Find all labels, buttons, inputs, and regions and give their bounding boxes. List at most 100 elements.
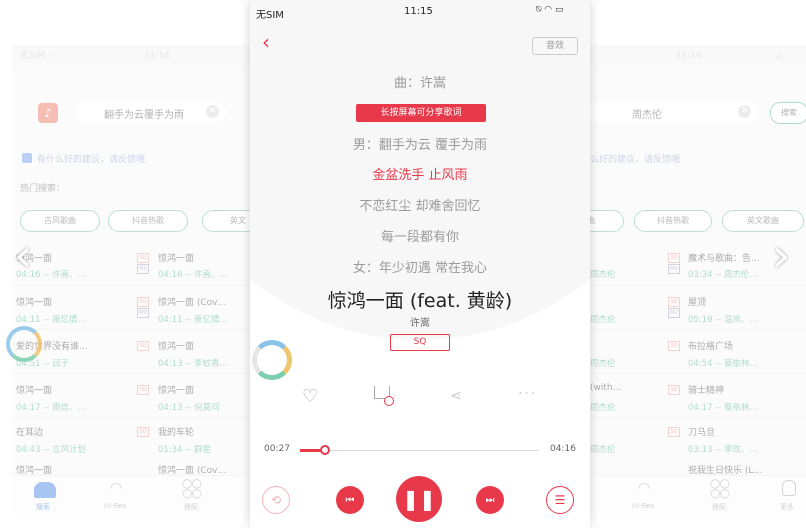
divider [590,329,806,330]
like-heart-icon[interactable]: ♡ [302,386,318,407]
right-search-button[interactable]: 搜索 [770,102,806,124]
share-lyrics-hint[interactable]: 长按屏幕可分享歌词 [356,104,486,122]
download-badge [384,396,394,406]
divider [590,373,806,374]
elapsed-time: 00:27 [264,444,290,454]
artist-name: 许嵩 [410,318,430,329]
left-feedback-link[interactable]: 有什么好的建议，请反馈哦 [37,152,145,165]
right-search-input[interactable]: 周杰伦 [632,106,662,121]
left-time: 11:14 [144,51,170,61]
lyric-line: 男：翻手为云 覆手为雨 [352,138,488,153]
battery-icon: ⍉ ◠ ▭ [536,5,564,15]
left-song-tag: SQ [137,253,149,263]
left-tab-label[interactable]: 搭配 [184,502,198,512]
left-song-meta: 04:11 -- 萧忆情… [158,315,229,325]
right-song-meta: 周杰伦 [590,270,616,280]
right-song-tag: SQ [668,341,680,351]
right-tab-bar: ◠ Hi-Res ○○ ○○ 搭配 更多 [590,475,806,513]
clear-icon[interactable]: ✕ [206,105,219,118]
right-song-title[interactable]: (with… [590,383,656,393]
progress-thumb[interactable] [319,445,330,455]
left-song-meta: 04:43 -- 立风计划 [16,445,87,455]
right-song-title[interactable]: 刀马旦 [688,425,804,438]
left-carrier: 无SIM ··· [20,51,57,61]
back-button[interactable]: ‹ [262,32,270,52]
right-song-title[interactable]: 屋顶 [688,295,804,308]
previous-button[interactable]: ⏮ [336,486,364,514]
left-song-meta: 04:11 -- 萧忆情… [16,315,87,325]
right-time: 11:16 [676,51,702,61]
repeat-button[interactable]: ⟲ [262,486,290,514]
left-song-title[interactable]: 我的车轮 [158,425,248,438]
left-pill-2[interactable]: 英文 [202,210,250,232]
song-title: 惊鸿一面 (feat. 黄龄) [327,290,513,312]
divider [12,285,250,286]
floating-ball-icon[interactable] [6,326,42,362]
duration-time: 04:16 [550,444,576,454]
quality-badge[interactable]: SQ [390,334,450,351]
next-arrow-icon[interactable]: › [772,232,790,278]
divider [12,329,250,330]
left-song-meta: 04:16 -- 许嵩、… [16,270,87,280]
left-hot-label: 热门搜索： [20,184,66,194]
right-song-tag: SQ [668,253,680,263]
loading-ring-icon [252,340,292,380]
mv-icon: MV [668,264,680,274]
right-search-box[interactable]: 周杰伦 ✕ [590,101,758,123]
wifi-icon[interactable]: ◠ [110,480,122,496]
lyric-line-active: 金盆洗手 止风雨 [372,168,468,183]
pause-button[interactable]: ❚❚ [396,476,442,522]
left-song-title[interactable]: 惊鸿一面 [16,295,126,308]
person-icon[interactable] [782,480,796,496]
right-song-title[interactable]: 骑士精神 [688,383,804,396]
left-song-title[interactable]: 惊鸿一面 [158,339,248,352]
left-search-box[interactable]: 翻手为云覆手为雨 ✕ [76,101,226,123]
right-pill-2[interactable]: 英文歌曲 [722,210,804,232]
signal-icon: ◬ ◠ [776,51,794,61]
left-song-title[interactable]: 惊鸿一面 [158,383,248,396]
left-song-title[interactable]: 在耳边 [16,425,126,438]
left-song-title[interactable]: 惊鸿一面 [16,251,126,264]
divider [590,285,806,286]
left-song-meta: 04:13 -- 李蚊香… [158,359,229,369]
divider [12,373,250,374]
right-tab-label[interactable]: 搭配 [712,502,726,512]
left-song-meta: 04:13 -- 倪莫问 [158,403,220,413]
grid-icon[interactable]: ○○ ○○ [182,477,202,499]
right-tab-label[interactable]: 更多 [780,502,794,512]
lyric-line: 每一段都有你 [380,230,459,245]
left-pill-0[interactable]: 古风歌曲 [20,210,100,232]
wifi-icon[interactable]: ◠ [638,480,650,496]
next-button[interactable]: ⏭ [476,486,504,514]
right-pill-1[interactable]: 抖音热歌 [634,210,712,232]
playlist-button[interactable]: ☰ [546,486,574,514]
grid-icon[interactable]: ○○ ○○ [710,477,730,499]
right-tab-label[interactable]: Hi-Res [632,502,654,510]
player-screen: 无SIM 11:15 ⍉ ◠ ▭ ‹ 音效 曲：许嵩 长按屏幕可分享歌词 男：翻… [250,0,590,528]
left-song-title[interactable]: 惊鸿一面 (Cov… [158,295,248,308]
more-icon[interactable]: ··· [518,386,537,402]
share-icon[interactable]: ⋖ [450,388,462,404]
left-app-icon[interactable]: ♪ [38,103,58,123]
left-tab-label[interactable]: Hi-Res [104,502,126,510]
left-pill-1[interactable]: 抖音热歌 [108,210,188,232]
progress-track[interactable] [300,445,538,455]
left-song-title[interactable]: 惊鸿一面 [158,251,248,264]
left-background-screen: 无SIM ··· 11:14 ♪ 翻手为云覆手为雨 ✕ 有什么好的建议，请反馈哦… [12,45,250,513]
divider [12,417,250,418]
right-song-meta: 04:54 -- 蔡依林… [688,359,759,369]
sound-effect-button[interactable]: 音效 [532,37,578,55]
lyric-line: 不恋红尘 却难舍回忆 [359,199,481,214]
left-status-bar: 无SIM ··· 11:14 [12,45,250,67]
clear-icon[interactable]: ✕ [738,105,751,118]
left-search-input[interactable]: 翻手为云覆手为雨 [104,106,184,121]
right-pill-0[interactable]: 歌曲 [590,210,624,232]
previous-arrow-icon[interactable]: ‹ [14,232,32,278]
player-time: 11:15 [404,6,433,17]
right-status-bar: 11:16 ◬ ◠ [590,45,806,67]
left-song-title[interactable]: 惊鸿一面 [16,383,126,396]
right-song-title[interactable]: 布拉格广场 [688,339,804,352]
home-icon[interactable] [34,482,56,498]
left-tab-label[interactable]: 搜索 [36,502,50,512]
right-feedback-link[interactable]: 么好的建议，请反馈哦 [590,152,680,165]
